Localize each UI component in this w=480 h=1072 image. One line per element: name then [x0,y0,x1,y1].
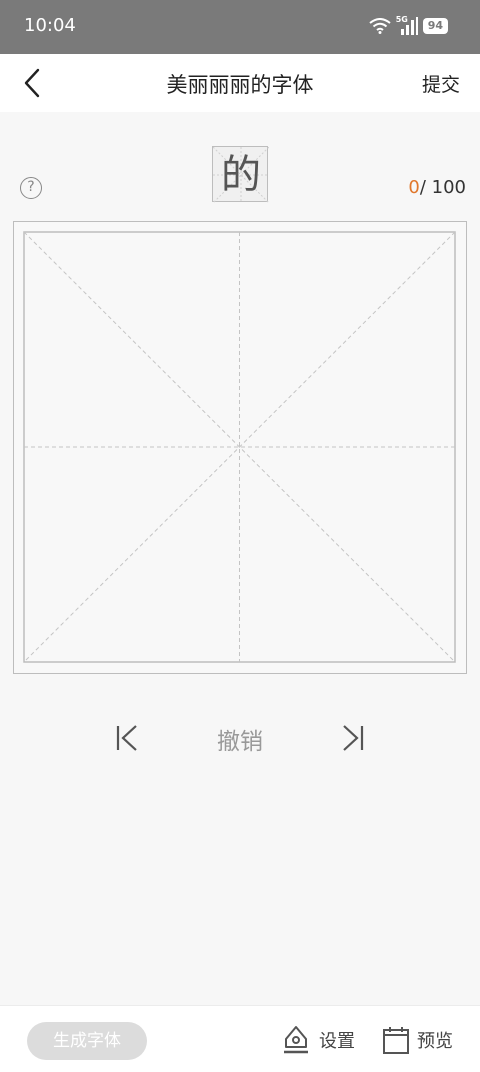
preview-label: 预览 [417,1031,453,1052]
submit-button[interactable]: 提交 [422,70,460,97]
target-character-card: 的 [212,146,269,203]
preview-button[interactable]: 预览 [382,1020,453,1060]
progress-counter: 0/ 100 [408,177,466,198]
progress-done: 0 [408,177,420,198]
progress-total: / 100 [419,177,466,198]
generate-font-button[interactable]: 生成字体 [27,1022,147,1060]
status-bar: 10:04 5G 94 [0,0,480,54]
cellular-signal-icon: 5G [396,15,418,35]
stroke-controls: 撤销 [0,716,480,760]
battery-indicator: 94 [422,18,448,34]
pen-nib-icon [284,1026,308,1054]
rice-grid-guide [23,231,456,663]
page-title: 美丽丽丽的字体 [166,73,314,97]
settings-label: 设置 [319,1031,355,1052]
bottom-bar: 生成字体 设置 预览 [0,1005,480,1072]
status-time: 10:04 [24,15,76,36]
skip-next-icon [343,725,364,751]
calendar-icon [383,1027,409,1054]
undo-button[interactable]: 撤销 [0,722,480,756]
settings-button[interactable]: 设置 [282,1020,355,1060]
status-icons: 5G 94 [369,15,448,35]
wifi-icon [369,18,391,34]
help-icon[interactable]: ? [20,177,42,199]
writing-pad[interactable] [13,221,467,674]
target-character: 的 [221,152,261,198]
next-character-button[interactable] [338,722,368,754]
app-header: 美丽丽丽的字体 提交 [0,54,480,112]
